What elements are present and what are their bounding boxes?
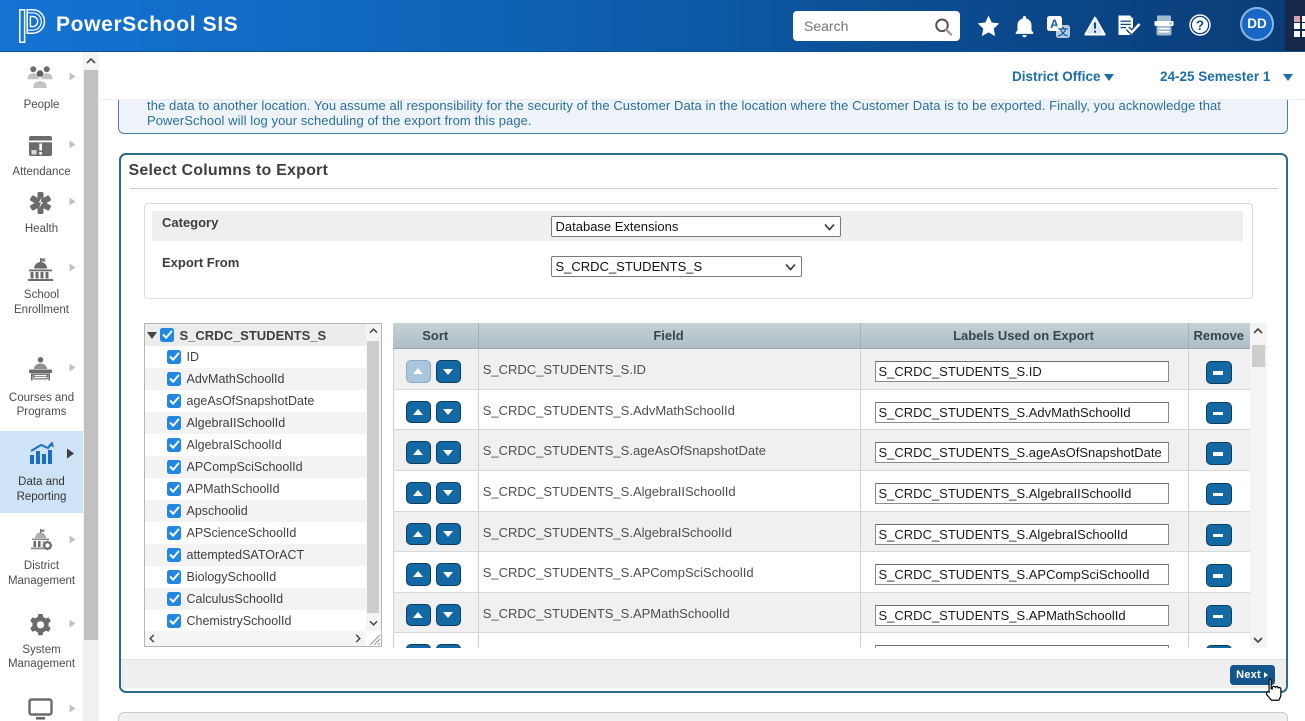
svg-text:?: ?	[1196, 18, 1204, 33]
svg-text:文: 文	[1058, 26, 1069, 39]
